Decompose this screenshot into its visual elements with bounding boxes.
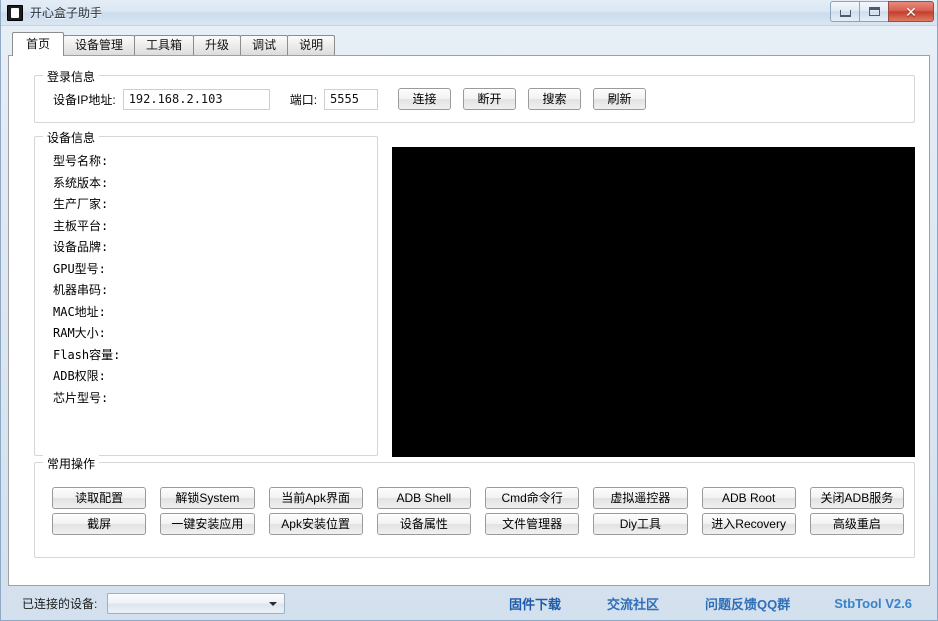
device-info-serial: 机器串码: xyxy=(53,283,109,297)
tab-strip: 首页 设备管理 工具箱 升级 调试 说明 xyxy=(8,32,930,56)
device-info-flash-capacity: Flash容量: xyxy=(53,347,121,362)
tab-device-management[interactable]: 设备管理 xyxy=(63,35,136,55)
close-button[interactable]: ✕ xyxy=(888,1,934,22)
apk-install-location-button[interactable]: Apk安装位置 xyxy=(268,513,363,535)
chevron-down-icon xyxy=(269,601,278,606)
device-info-model-name: 型号名称: xyxy=(53,154,109,168)
cmd-command-line-button[interactable]: Cmd命令行 xyxy=(485,487,580,509)
login-row: 设备IP地址: 端口: 连接 断开 搜索 刷新 xyxy=(35,76,914,122)
close-adb-service-button[interactable]: 关闭ADB服务 xyxy=(809,487,904,509)
maximize-button[interactable] xyxy=(859,1,888,22)
device-info-list: 型号名称: 系统版本: 生产厂家: 主板平台: 设备品牌: GPU型号: 机器串… xyxy=(53,151,371,451)
disconnect-button[interactable]: 断开 xyxy=(463,88,517,110)
minimize-button[interactable] xyxy=(830,1,859,22)
device-info-adb-permission: ADB权限: xyxy=(53,369,106,383)
application-window: 开心盒子助手 ✕ 首页 设备管理 工具箱 升级 调试 说明 登录信息 设备IP地… xyxy=(0,0,938,621)
device-info-gpu-model: GPU型号: xyxy=(53,261,106,276)
diy-tools-button[interactable]: Diy工具 xyxy=(593,513,688,535)
tab-debug[interactable]: 调试 xyxy=(240,35,289,55)
window-title: 开心盒子助手 xyxy=(30,6,103,20)
device-ip-input[interactable] xyxy=(122,88,270,110)
tab-toolbox[interactable]: 工具箱 xyxy=(134,35,195,55)
app-icon xyxy=(7,4,23,21)
connected-device-select[interactable] xyxy=(107,592,286,614)
device-info-chip-model: 芯片型号: xyxy=(53,390,109,405)
community-link[interactable]: 交流社区 xyxy=(607,594,659,613)
device-ip-label: 设备IP地址: xyxy=(53,92,116,107)
firmware-download-link[interactable]: 固件下载 xyxy=(509,594,561,613)
device-info-system-version: 系统版本: xyxy=(53,175,109,190)
tab-home[interactable]: 首页 xyxy=(12,32,65,56)
device-info-group-title: 设备信息 xyxy=(43,129,100,146)
common-operations-group-title: 常用操作 xyxy=(43,455,100,472)
port-label: 端口: xyxy=(289,92,318,107)
file-manager-button[interactable]: 文件管理器 xyxy=(485,513,580,535)
advanced-reboot-button[interactable]: 高级重启 xyxy=(809,513,904,535)
refresh-button[interactable]: 刷新 xyxy=(593,88,647,110)
connect-button[interactable]: 连接 xyxy=(398,88,452,110)
adb-root-button[interactable]: ADB Root xyxy=(701,487,796,509)
connected-device-label: 已连接的设备: xyxy=(22,596,98,611)
screen-preview[interactable] xyxy=(392,147,915,457)
client-area: 首页 设备管理 工具箱 升级 调试 说明 登录信息 设备IP地址: 端口: xyxy=(1,26,937,620)
tab-page-home: 登录信息 设备IP地址: 端口: 连接 断开 搜索 刷新 xyxy=(8,55,930,586)
one-click-install-button[interactable]: 一键安装应用 xyxy=(160,513,255,535)
status-bar: 已连接的设备: 固件下载 交流社区 问题反馈QQ群 StbTool V2.6 xyxy=(8,586,930,620)
screenshot-button[interactable]: 截屏 xyxy=(52,513,147,535)
virtual-remote-button[interactable]: 虚拟遥控器 xyxy=(593,487,688,509)
device-info-group: 设备信息 型号名称: 系统版本: 生产厂家: 主板平台: 设备品牌: GPU型号… xyxy=(34,129,378,456)
enter-recovery-button[interactable]: 进入Recovery xyxy=(701,513,796,535)
common-operations-group: 常用操作 读取配置 解锁System 当前Apk界面 ADB Shell Cmd… xyxy=(34,455,915,558)
version-label[interactable]: StbTool V2.6 xyxy=(834,596,912,611)
port-input[interactable] xyxy=(324,88,379,110)
tab-host: 首页 设备管理 工具箱 升级 调试 说明 登录信息 设备IP地址: 端口: xyxy=(8,32,930,586)
device-info-mac-address: MAC地址: xyxy=(53,304,106,319)
operations-button-grid: 读取配置 解锁System 当前Apk界面 ADB Shell Cmd命令行 虚… xyxy=(52,487,904,535)
unlock-system-button[interactable]: 解锁System xyxy=(160,487,255,509)
adb-shell-button[interactable]: ADB Shell xyxy=(376,487,471,509)
feedback-qq-group-link[interactable]: 问题反馈QQ群 xyxy=(705,594,790,613)
search-button[interactable]: 搜索 xyxy=(528,88,582,110)
maximize-icon xyxy=(868,7,880,16)
tab-instructions[interactable]: 说明 xyxy=(287,35,336,55)
window-controls: ✕ xyxy=(830,1,934,22)
title-bar: 开心盒子助手 ✕ xyxy=(1,0,937,26)
device-info-board-platform: 主板平台: xyxy=(53,218,109,233)
read-config-button[interactable]: 读取配置 xyxy=(52,487,147,509)
login-info-group: 登录信息 设备IP地址: 端口: 连接 断开 搜索 刷新 xyxy=(34,68,915,123)
device-info-manufacturer: 生产厂家: xyxy=(53,197,109,211)
close-icon: ✕ xyxy=(905,3,917,20)
current-apk-ui-button[interactable]: 当前Apk界面 xyxy=(268,487,363,509)
tab-upgrade[interactable]: 升级 xyxy=(193,35,242,55)
device-info-ram-size: RAM大小: xyxy=(53,326,106,340)
device-info-brand: 设备品牌: xyxy=(53,240,109,254)
device-properties-button[interactable]: 设备属性 xyxy=(376,513,471,535)
minimize-icon xyxy=(839,10,851,17)
footer-links: 固件下载 交流社区 问题反馈QQ群 StbTool V2.6 xyxy=(463,594,920,613)
